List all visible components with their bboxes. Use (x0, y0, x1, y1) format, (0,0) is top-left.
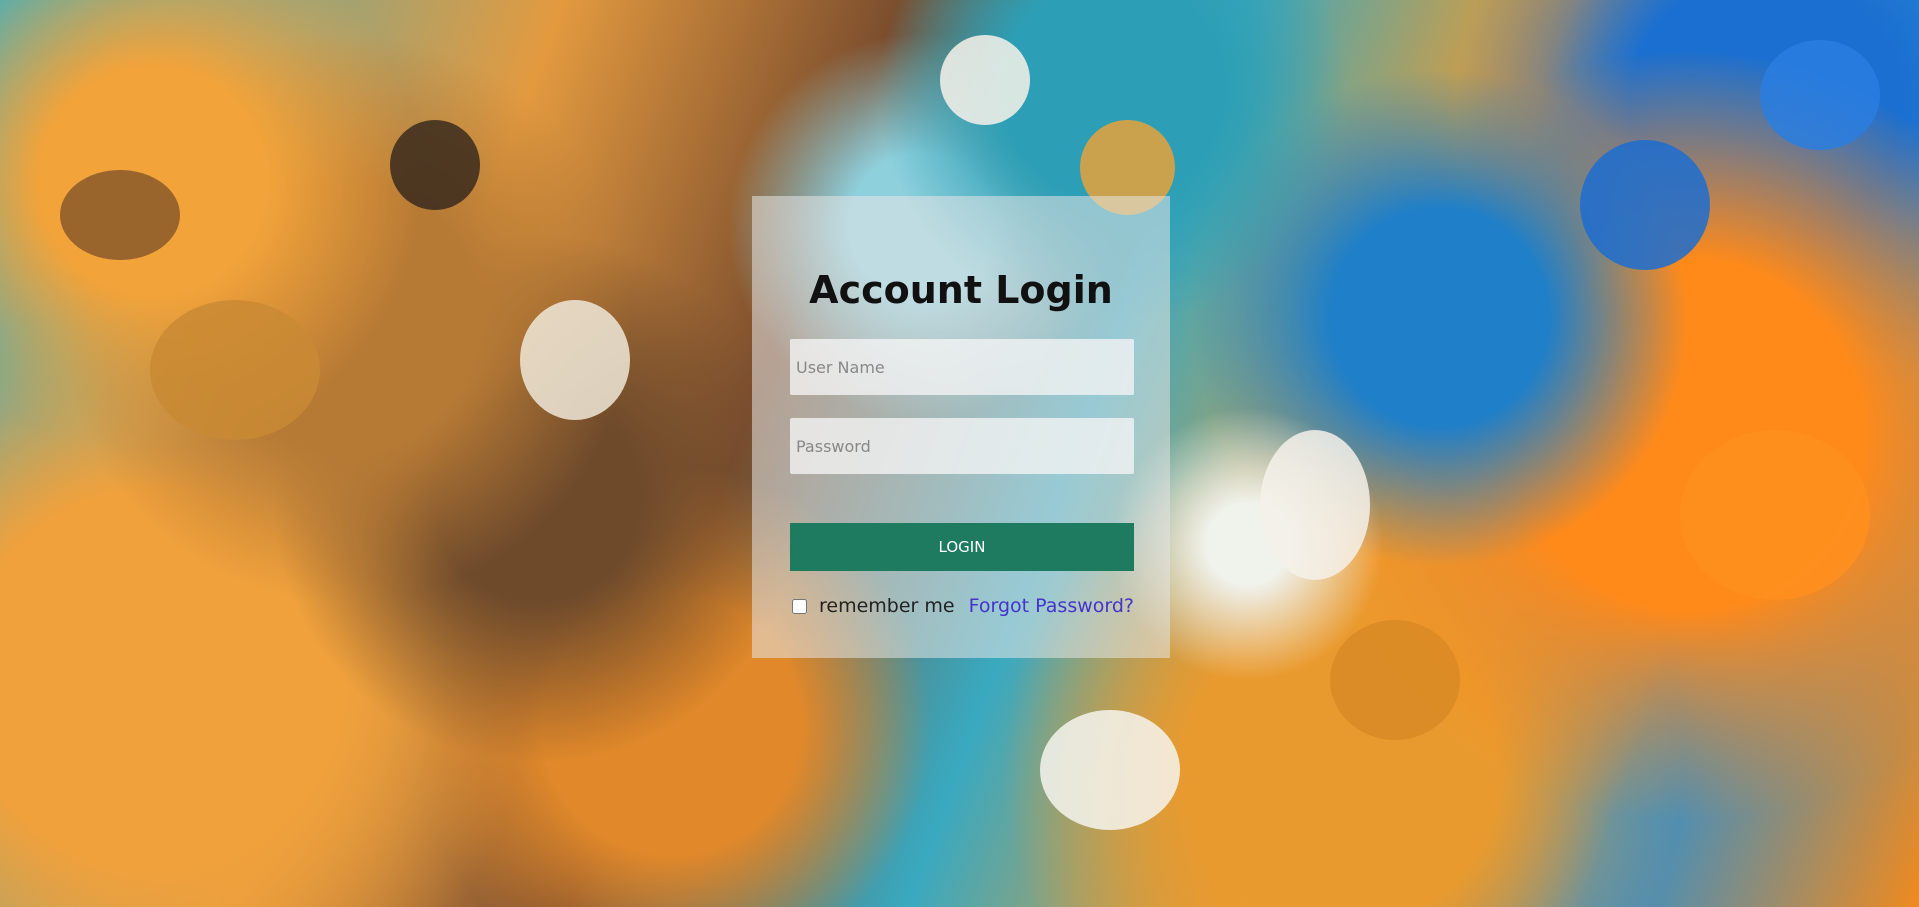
bg-blob (1040, 710, 1180, 830)
password-input[interactable] (790, 418, 1134, 474)
bg-blob (520, 300, 630, 420)
login-card: Account Login LOGIN remember me Forgot P… (752, 196, 1170, 658)
remember-me-checkbox[interactable] (792, 598, 807, 614)
remember-me[interactable]: remember me (792, 595, 955, 617)
bg-blob (1580, 140, 1710, 270)
bg-blob (1260, 430, 1370, 580)
bg-blob (1760, 40, 1880, 150)
login-options-row: remember me Forgot Password? (792, 594, 1134, 618)
username-input[interactable] (790, 339, 1134, 395)
bg-blob (390, 120, 480, 210)
bg-blob (940, 35, 1030, 125)
remember-me-label: remember me (819, 595, 955, 617)
bg-blob (1680, 430, 1870, 600)
page-title: Account Login (809, 268, 1113, 312)
bg-blob (1330, 620, 1460, 740)
forgot-password-link[interactable]: Forgot Password? (969, 595, 1134, 617)
bg-blob (60, 170, 180, 260)
login-button[interactable]: LOGIN (790, 523, 1134, 571)
bg-blob (150, 300, 320, 440)
